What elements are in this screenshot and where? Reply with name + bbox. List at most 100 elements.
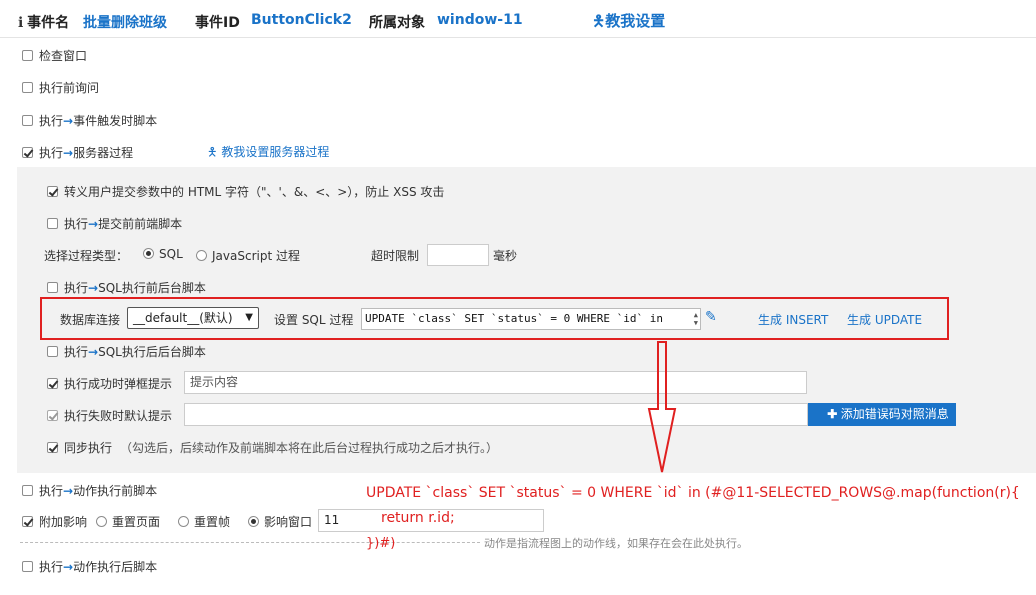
check-window-option[interactable]: 检查窗口 <box>22 47 87 64</box>
exec-label: 执行 <box>39 114 64 128</box>
server-proc-help-link[interactable]: 🯅 教我设置服务器过程 <box>207 143 329 164</box>
proc-sql-label: SQL <box>159 247 183 261</box>
pre-action-label: 动作执行前脚本 <box>73 484 158 498</box>
server-proc-checkbox[interactable] <box>22 147 33 158</box>
pre-submit-label: 提交前前端脚本 <box>98 217 183 231</box>
extra-effect-option[interactable]: 附加影响 <box>22 513 87 530</box>
help-link[interactable]: 🯅教我设置 <box>592 10 665 36</box>
event-script-checkbox[interactable] <box>22 115 33 126</box>
event-name-label: 事件名 <box>27 15 70 31</box>
highlight-box <box>40 297 949 340</box>
reset-frame-label: 重置帧 <box>194 515 231 529</box>
action-divider <box>20 542 480 543</box>
reset-page-label: 重置页面 <box>112 515 161 529</box>
reset-page-option[interactable]: 重置页面 <box>96 513 160 530</box>
success-popup-checkbox[interactable] <box>47 378 58 389</box>
event-script-option[interactable]: 执行→事件触发时脚本 <box>22 112 157 129</box>
exec-label: 执行 <box>39 560 64 574</box>
sync-exec-option[interactable]: 同步执行 （勾选后，后续动作及前端脚本将在此后台过程执行成功之后才执行。） <box>47 439 498 456</box>
server-proc-option[interactable]: 执行→服务器过程 <box>22 144 133 161</box>
reset-frame-radio[interactable] <box>178 516 189 527</box>
timeout-input[interactable] <box>427 244 489 266</box>
sql-after-checkbox[interactable] <box>47 346 58 357</box>
reset-page-radio[interactable] <box>96 516 107 527</box>
sql-before-checkbox[interactable] <box>47 282 58 293</box>
pre-submit-checkbox[interactable] <box>47 218 58 229</box>
pre-submit-option[interactable]: 执行→提交前前端脚本 <box>47 215 182 232</box>
success-message-input[interactable]: 提示内容 <box>184 371 807 394</box>
affect-window-option[interactable]: 影响窗口 <box>248 513 312 530</box>
arrow-right-icon: → <box>88 281 99 295</box>
arrow-right-icon: → <box>88 217 99 231</box>
proc-js-label: JavaScript 过程 <box>212 249 300 263</box>
help-link-label: 教我设置 <box>605 12 666 30</box>
proc-type-js[interactable]: JavaScript 过程 <box>196 247 300 264</box>
exec-label: 执行 <box>64 217 89 231</box>
sql-before-option[interactable]: 执行→SQL执行前后台脚本 <box>47 279 206 296</box>
ask-before-label: 执行前询问 <box>39 81 100 95</box>
add-error-code-button[interactable]: ✚ 添加错误码对照消息 <box>808 403 956 426</box>
annotation-arrow <box>647 341 677 473</box>
sync-exec-checkbox[interactable] <box>47 442 58 453</box>
fail-message-input[interactable] <box>184 403 808 426</box>
arrow-right-icon: → <box>88 345 99 359</box>
check-window-label: 检查窗口 <box>39 49 88 63</box>
timeout-unit: 毫秒 <box>493 249 518 263</box>
event-script-label: 事件触发时脚本 <box>73 114 158 128</box>
action-note: 动作是指流程图上的动作线，如果存在会在此处执行。 <box>484 537 748 550</box>
info-icon: ℹ <box>18 15 24 31</box>
success-popup-label: 执行成功时弹框提示 <box>64 377 173 391</box>
header-divider <box>0 37 1036 38</box>
affect-window-radio[interactable] <box>248 516 259 527</box>
proc-js-radio[interactable] <box>196 250 207 261</box>
ask-before-option[interactable]: 执行前询问 <box>22 79 99 96</box>
exec-label: 执行 <box>64 345 89 359</box>
server-proc-help-label: 教我设置服务器过程 <box>221 145 330 159</box>
person-icon: 🯅 <box>592 12 606 30</box>
sql-before-label: SQL执行前后台脚本 <box>98 281 206 295</box>
arrow-right-icon: → <box>63 560 74 574</box>
proc-type-sql[interactable]: SQL <box>143 247 183 261</box>
exec-label: 执行 <box>39 146 64 160</box>
post-action-option[interactable]: 执行→动作执行后脚本 <box>22 558 157 575</box>
owner-label: 所属对象 <box>369 15 425 31</box>
fail-default-checkbox[interactable] <box>47 410 58 421</box>
add-error-code-label: 添加错误码对照消息 <box>840 407 949 421</box>
server-proc-label: 服务器过程 <box>73 146 134 160</box>
post-action-checkbox[interactable] <box>22 561 33 572</box>
reset-frame-option[interactable]: 重置帧 <box>178 513 230 530</box>
arrow-right-icon: → <box>63 146 74 160</box>
annotation-line-2: return r.id; <box>381 510 455 526</box>
extra-effect-label: 附加影响 <box>39 515 88 529</box>
arrow-right-icon: → <box>63 114 74 128</box>
exec-label: 执行 <box>64 281 89 295</box>
sync-exec-label: 同步执行 <box>64 441 113 455</box>
arrow-right-icon: → <box>63 484 74 498</box>
event-id-label: 事件ID <box>195 15 240 31</box>
sql-after-option[interactable]: 执行→SQL执行后后台脚本 <box>47 343 206 360</box>
event-id-value: ButtonClick2 <box>251 12 352 28</box>
pre-action-checkbox[interactable] <box>22 485 33 496</box>
proc-sql-radio[interactable] <box>143 248 154 259</box>
escape-html-option[interactable]: 转义用户提交参数中的 HTML 字符（"、'、&、<、>），防止 XSS 攻击 <box>47 183 444 200</box>
proc-type-label: 选择过程类型： <box>44 249 129 263</box>
annotation-line-1: UPDATE `class` SET `status` = 0 WHERE `i… <box>366 485 1020 501</box>
plus-icon: ✚ <box>827 407 838 421</box>
affect-window-label: 影响窗口 <box>264 515 313 529</box>
extra-effect-checkbox[interactable] <box>22 516 33 527</box>
timeout-label: 超时限制 <box>371 249 420 263</box>
check-window-checkbox[interactable] <box>22 50 33 61</box>
success-popup-option[interactable]: 执行成功时弹框提示 <box>47 375 172 392</box>
post-action-label: 动作执行后脚本 <box>73 560 158 574</box>
sql-after-label: SQL执行后后台脚本 <box>98 345 206 359</box>
ask-before-checkbox[interactable] <box>22 82 33 93</box>
event-name-section: ℹ 事件名 <box>18 12 69 32</box>
annotation-line-3: })#) <box>366 536 396 551</box>
pre-action-option[interactable]: 执行→动作执行前脚本 <box>22 482 157 499</box>
fail-default-option[interactable]: 执行失败时默认提示 <box>47 407 172 424</box>
sync-exec-note: （勾选后，后续动作及前端脚本将在此后台过程执行成功之后才执行。） <box>120 441 499 455</box>
person-icon: 🯅 <box>207 145 218 159</box>
owner-value: window-11 <box>437 12 523 28</box>
escape-html-checkbox[interactable] <box>47 186 58 197</box>
escape-html-label: 转义用户提交参数中的 HTML 字符（"、'、&、<、>），防止 XSS 攻击 <box>64 185 445 199</box>
